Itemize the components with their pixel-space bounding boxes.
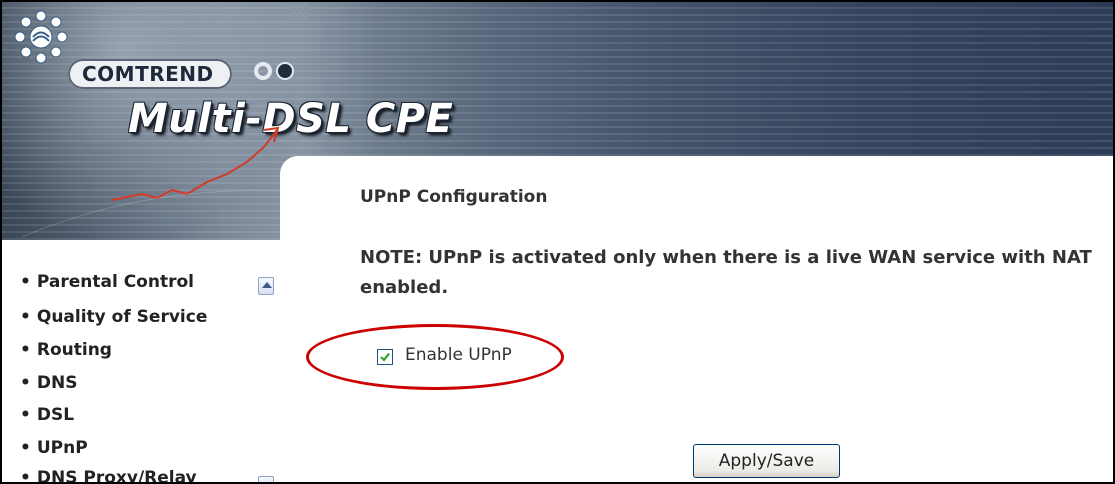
bullet-icon: •: [20, 272, 31, 292]
sidebar-item-dns[interactable]: • DNS: [20, 373, 77, 393]
sun-logo-icon: [14, 10, 68, 64]
main-content: UPnP Configuration NOTE: UPnP is activat…: [280, 156, 1113, 482]
bullet-icon: •: [20, 468, 31, 484]
router-admin-page: COMTREND Multi-DSL CPE • Parental Control…: [0, 0, 1115, 484]
sidebar-item-label: UPnP: [36, 438, 88, 458]
apply-save-button[interactable]: Apply/Save: [693, 444, 840, 478]
bullet-icon: •: [20, 307, 31, 327]
sidebar-item-dsl[interactable]: • DSL: [20, 405, 74, 425]
sidebar-item-label: Quality of Service: [36, 307, 208, 327]
scroll-up-arrow-icon[interactable]: [258, 277, 274, 295]
page-title: UPnP Configuration: [360, 187, 548, 207]
sidebar-item-label: Routing: [36, 340, 112, 360]
logo-ring-icon: [254, 62, 272, 80]
sidebar-item-label: Parental Control: [36, 272, 194, 292]
sidebar-item-parental-control[interactable]: • Parental Control: [20, 272, 194, 292]
sidebar-item-dns-proxy-relay[interactable]: • DNS Proxy/Relay: [20, 468, 197, 484]
sidebar-item-label: DNS: [36, 373, 78, 393]
bullet-icon: •: [20, 373, 31, 393]
enable-upnp-label[interactable]: Enable UPnP: [405, 345, 512, 365]
bullet-icon: •: [20, 405, 31, 425]
scroll-down-arrow-icon[interactable]: [258, 476, 274, 482]
checkmark-icon: [380, 352, 390, 362]
brand-logo: COMTREND: [68, 59, 232, 89]
sidebar-item-quality-of-service[interactable]: • Quality of Service: [20, 307, 207, 327]
upnp-note: NOTE: UPnP is activated only when there …: [360, 247, 1092, 298]
sidebar-item-label: DSL: [36, 405, 75, 425]
sidebar-item-label: DNS Proxy/Relay: [36, 468, 197, 484]
banner-decoration: [292, 2, 308, 22]
logo-dot-icon: [276, 62, 294, 80]
bullet-icon: •: [20, 438, 31, 458]
sidebar-item-routing[interactable]: • Routing: [20, 340, 112, 360]
bullet-icon: •: [20, 340, 31, 360]
enable-upnp-checkbox[interactable]: [377, 349, 393, 365]
sidebar-item-upnp[interactable]: • UPnP: [20, 438, 88, 458]
chart-swoosh-graphic: [21, 126, 302, 238]
